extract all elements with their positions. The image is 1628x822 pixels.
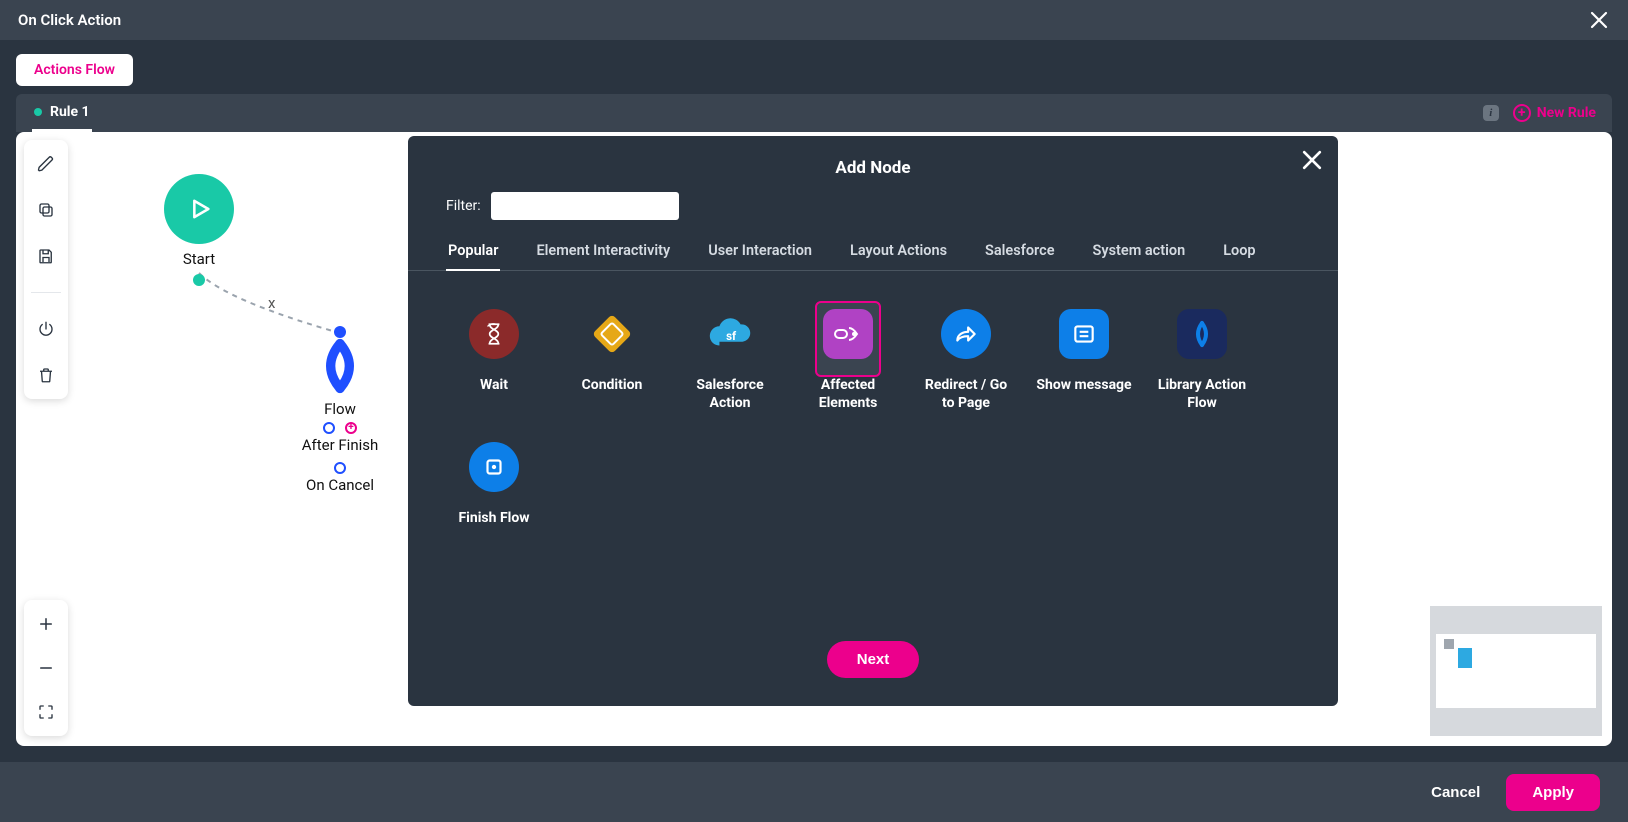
flow-canvas-container: x Start Flow	[16, 132, 1612, 746]
flow-tab-row: Actions Flow	[0, 40, 1628, 94]
rules-bar-right: i + New Rule	[1483, 104, 1596, 122]
save-icon[interactable]	[32, 242, 60, 270]
share-arrow-icon	[941, 309, 991, 359]
panel-title: Add Node	[408, 136, 1338, 192]
minimap-node-icon	[1458, 648, 1472, 668]
category-tab-system-action[interactable]: System action	[1091, 232, 1188, 271]
rule-active-dot-icon	[34, 108, 42, 116]
category-tab-popular[interactable]: Popular	[446, 232, 500, 271]
rules-bar: Rule 1 i + New Rule	[16, 94, 1612, 132]
node-label: Show message	[1036, 377, 1132, 395]
flow-node-out-port-1[interactable]	[323, 422, 335, 434]
node-label: Redirect / Go to Page	[918, 377, 1014, 412]
category-tab-user-interaction[interactable]: User Interaction	[706, 232, 814, 271]
library-flow-icon	[1177, 309, 1227, 359]
after-finish-label: After Finish	[300, 436, 380, 454]
new-rule-label: New Rule	[1537, 105, 1596, 121]
flow-node-in-port[interactable]	[334, 326, 346, 338]
node-card-redirect[interactable]: Redirect / Go to Page	[918, 301, 1014, 412]
on-click-action-modal: On Click Action Actions Flow Rule 1 i + …	[0, 0, 1628, 822]
start-node[interactable]: Start	[164, 174, 234, 286]
node-label: Finish Flow	[446, 510, 542, 528]
finish-flow-icon	[469, 442, 519, 492]
hourglass-icon	[469, 309, 519, 359]
flow-node-icon	[312, 338, 368, 394]
category-tab-loop[interactable]: Loop	[1221, 232, 1257, 271]
next-button[interactable]: Next	[827, 641, 920, 678]
node-label: Salesforce Action	[682, 377, 778, 412]
flow-node-add-port[interactable]	[345, 422, 357, 434]
start-node-label: Start	[164, 250, 234, 268]
category-tab-element-interactivity[interactable]: Element Interactivity	[534, 232, 672, 271]
minimap-node-icon	[1444, 639, 1454, 649]
nodes-grid: Wait Condition sf Salesforce Action	[408, 271, 1338, 558]
flow-node[interactable]: Flow After Finish On Cancel	[300, 322, 380, 494]
zoom-toolstrip	[24, 600, 68, 736]
filter-row: Filter:	[408, 192, 1338, 232]
modal-footer: Cancel Apply	[0, 762, 1628, 822]
node-label: Wait	[446, 377, 542, 395]
close-icon[interactable]	[1588, 9, 1610, 31]
modal-title: On Click Action	[18, 11, 121, 29]
category-tabs: Popular Element Interactivity User Inter…	[408, 232, 1338, 271]
actions-flow-tab[interactable]: Actions Flow	[16, 54, 133, 86]
edit-icon[interactable]	[32, 150, 60, 178]
node-card-wait[interactable]: Wait	[446, 301, 542, 412]
flow-node-cancel-port[interactable]	[334, 462, 346, 474]
node-card-show-message[interactable]: Show message	[1036, 301, 1132, 412]
diamond-icon	[587, 309, 637, 359]
node-card-affected-elements[interactable]: Affected Elements	[800, 301, 896, 412]
fit-screen-icon[interactable]	[32, 698, 60, 726]
info-icon[interactable]: i	[1483, 105, 1499, 121]
node-label: Library Action Flow	[1154, 377, 1250, 412]
title-bar: On Click Action	[0, 0, 1628, 40]
node-card-finish-flow[interactable]: Finish Flow	[446, 434, 542, 528]
add-node-panel: Add Node Filter: Popular Element Interac…	[408, 136, 1338, 706]
message-icon	[1059, 309, 1109, 359]
node-label: Condition	[564, 377, 660, 395]
edge-delete-marker[interactable]: x	[268, 294, 275, 312]
filter-label: Filter:	[446, 198, 481, 214]
minimap[interactable]	[1430, 606, 1602, 736]
node-card-library-action-flow[interactable]: Library Action Flow	[1154, 301, 1250, 412]
svg-text:sf: sf	[726, 329, 737, 343]
flow-node-label: Flow	[300, 400, 380, 418]
filter-input[interactable]	[491, 192, 679, 220]
start-node-port[interactable]	[193, 274, 205, 286]
node-card-condition[interactable]: Condition	[564, 301, 660, 412]
cancel-button[interactable]: Cancel	[1431, 784, 1480, 801]
power-icon[interactable]	[32, 315, 60, 343]
apply-button[interactable]: Apply	[1506, 774, 1600, 811]
panel-close-icon[interactable]	[1302, 150, 1322, 170]
toolstrip-separator	[31, 292, 62, 293]
node-card-salesforce-action[interactable]: sf Salesforce Action	[682, 301, 778, 412]
affected-elements-icon	[823, 309, 873, 359]
minimap-viewport	[1436, 634, 1596, 708]
zoom-out-icon[interactable]	[32, 654, 60, 682]
zoom-in-icon[interactable]	[32, 610, 60, 638]
copy-icon[interactable]	[32, 196, 60, 224]
category-tab-salesforce[interactable]: Salesforce	[983, 232, 1056, 271]
trash-icon[interactable]	[32, 361, 60, 389]
node-label: Affected Elements	[800, 377, 896, 412]
category-tab-layout-actions[interactable]: Layout Actions	[848, 232, 949, 271]
rule-tab-label: Rule 1	[50, 104, 90, 120]
new-rule-button[interactable]: + New Rule	[1513, 104, 1596, 122]
cloud-icon: sf	[705, 309, 755, 359]
plus-circle-icon: +	[1513, 104, 1531, 122]
rule-tab[interactable]: Rule 1	[32, 94, 92, 132]
on-cancel-label: On Cancel	[300, 476, 380, 494]
play-icon	[164, 174, 234, 244]
canvas-toolstrip	[24, 140, 68, 399]
